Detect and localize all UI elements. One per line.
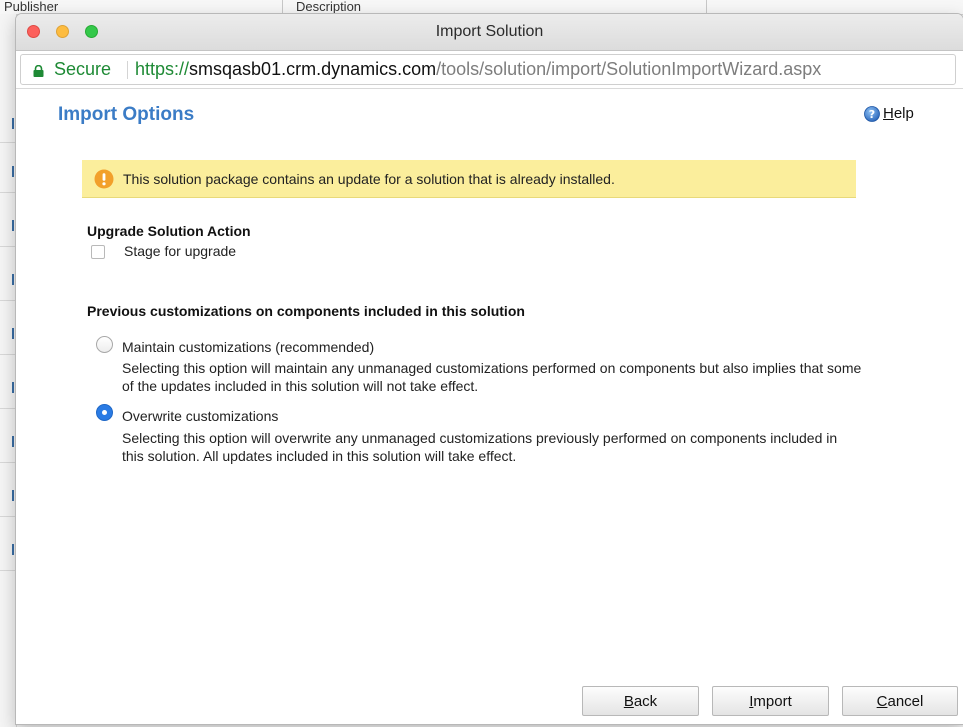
background-row-strip bbox=[0, 14, 17, 727]
notice-text: This solution package contains an update… bbox=[123, 171, 615, 187]
background-row-line bbox=[0, 516, 16, 517]
background-row-marker bbox=[12, 382, 14, 393]
maintain-customizations-radio[interactable] bbox=[96, 336, 113, 353]
url-text: https://smsqasb01.crm.dynamics.com/tools… bbox=[135, 55, 821, 84]
lock-icon bbox=[33, 65, 44, 77]
import-label: mport bbox=[753, 693, 792, 710]
import-solution-window: Import Solution Secure https://smsqasb01… bbox=[16, 14, 963, 724]
maintain-customizations-description: Selecting this option will maintain any … bbox=[122, 360, 862, 394]
overwrite-customizations-radio[interactable] bbox=[96, 404, 113, 421]
background-row-marker bbox=[12, 328, 14, 339]
warning-icon bbox=[94, 169, 114, 189]
background-row-line bbox=[0, 192, 16, 193]
background-row-marker bbox=[12, 436, 14, 447]
overwrite-customizations-label[interactable]: Overwrite customizations bbox=[122, 408, 278, 424]
background-column-divider bbox=[282, 0, 283, 14]
back-label: ack bbox=[633, 693, 658, 710]
background-row-line bbox=[0, 142, 16, 143]
cancel-label: ancel bbox=[887, 693, 924, 710]
window-titlebar[interactable]: Import Solution bbox=[16, 14, 963, 51]
background-row-line bbox=[0, 462, 16, 463]
back-accel: B bbox=[623, 693, 634, 710]
secure-label: Secure bbox=[54, 59, 112, 79]
background-row-line bbox=[0, 354, 16, 355]
customizations-section-heading: Previous customizations on components in… bbox=[87, 303, 525, 319]
background-row-line bbox=[0, 300, 16, 301]
url-path: /tools/solution/import/SolutionImportWiz… bbox=[436, 59, 822, 79]
dialog-content: Import Options ? Help This solution pack… bbox=[16, 90, 963, 724]
stage-for-upgrade-checkbox[interactable] bbox=[91, 245, 105, 259]
background-row-marker bbox=[12, 544, 14, 555]
help-icon: ? bbox=[864, 106, 880, 122]
maintain-customizations-label[interactable]: Maintain customizations (recommended) bbox=[122, 339, 374, 355]
import-button[interactable]: Import bbox=[712, 686, 829, 716]
background-row-line bbox=[0, 246, 16, 247]
background-row-line bbox=[0, 570, 16, 571]
url-field[interactable]: Secure https://smsqasb01.crm.dynamics.co… bbox=[20, 54, 956, 85]
background-row-marker bbox=[12, 274, 14, 285]
background-column-publisher: Publisher bbox=[4, 0, 59, 14]
background-grid-header: Publisher Description bbox=[0, 0, 963, 15]
back-button[interactable]: Back bbox=[582, 686, 699, 716]
url-scheme: https:// bbox=[135, 59, 190, 79]
window-title: Import Solution bbox=[435, 23, 544, 40]
help-accel: H bbox=[883, 105, 894, 122]
background-row-marker bbox=[12, 220, 14, 231]
update-notice-banner: This solution package contains an update… bbox=[82, 160, 856, 198]
background-row-marker bbox=[12, 118, 14, 129]
background-column-divider bbox=[706, 0, 707, 14]
upgrade-section-heading: Upgrade Solution Action bbox=[87, 223, 251, 239]
page-title: Import Options bbox=[58, 104, 195, 125]
cancel-accel: C bbox=[876, 693, 888, 710]
stage-for-upgrade-label[interactable]: Stage for upgrade bbox=[124, 243, 236, 259]
background-row-marker bbox=[12, 166, 14, 177]
svg-text:?: ? bbox=[869, 108, 875, 121]
address-bar: Secure https://smsqasb01.crm.dynamics.co… bbox=[16, 51, 963, 89]
background-column-description: Description bbox=[296, 0, 362, 14]
address-divider bbox=[127, 61, 128, 79]
overwrite-customizations-description: Selecting this option will overwrite any… bbox=[122, 430, 838, 464]
cancel-button[interactable]: Cancel bbox=[842, 686, 958, 716]
help-label: elp bbox=[893, 105, 914, 122]
background-row-line bbox=[0, 408, 16, 409]
background-row-marker bbox=[12, 490, 14, 501]
url-host: smsqasb01.crm.dynamics.com bbox=[189, 59, 437, 79]
